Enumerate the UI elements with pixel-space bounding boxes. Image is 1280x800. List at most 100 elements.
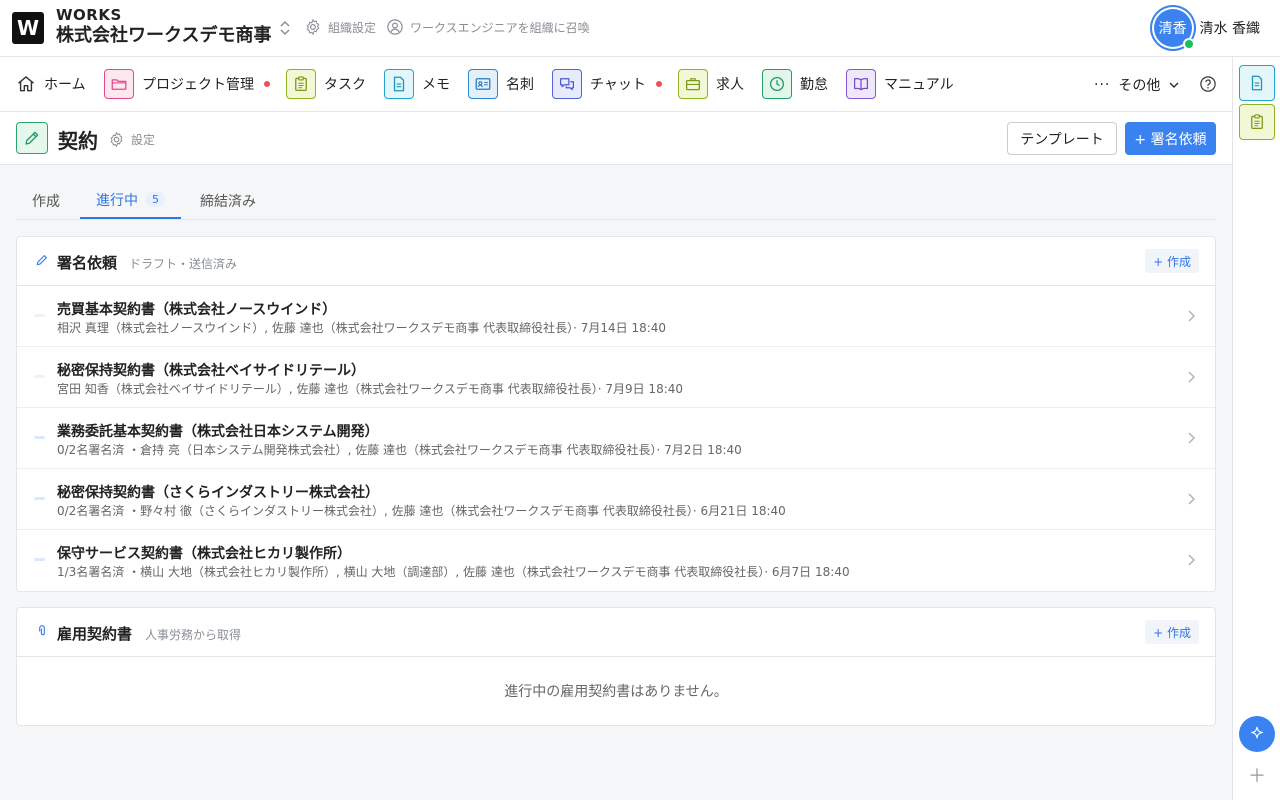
pencil-icon xyxy=(36,255,47,266)
tab-label: 締結済み xyxy=(200,193,256,210)
user-name: 清水 香織 xyxy=(1199,21,1260,37)
nav-item-tasks[interactable]: タスク xyxy=(286,68,366,100)
nav-item-attendance[interactable]: 勤怠 xyxy=(762,68,828,100)
nav-label-chat: チャット xyxy=(590,77,646,93)
tab-create[interactable]: 作成 xyxy=(32,182,60,219)
employment-contract-card: 雇用契約書 人事労務から取得 + 作成 進行中の雇用契約書はありません。 xyxy=(16,607,1216,726)
create-button[interactable]: + 作成 xyxy=(1145,620,1199,644)
nav-label-memo: メモ xyxy=(422,77,450,93)
works-logo[interactable]: W xyxy=(12,12,44,44)
template-button[interactable]: テンプレート xyxy=(1007,122,1117,155)
more-label: その他 xyxy=(1118,78,1161,94)
chevron-right-icon xyxy=(1188,310,1196,322)
help-icon[interactable] xyxy=(1199,75,1217,97)
online-status-dot xyxy=(1182,38,1195,50)
tab-label: 作成 xyxy=(32,193,60,210)
user-menu[interactable]: 清香 清水 香織 xyxy=(1153,9,1260,50)
rail-task-button[interactable] xyxy=(1239,104,1275,140)
contract-title: 売買基本契約書（株式会社ノースウインド） xyxy=(57,302,337,318)
sign-request-button[interactable]: + 署名依頼 xyxy=(1125,122,1216,155)
org-brand[interactable]: WORKS 株式会社ワークスデモ商事 xyxy=(56,7,271,48)
nav-item-business-card[interactable]: 名刺 xyxy=(468,68,534,100)
memo-icon xyxy=(384,69,414,99)
tab-completed[interactable]: 締結済み xyxy=(200,182,256,219)
contract-title: 業務委託基本契約書（株式会社日本システム開発） xyxy=(57,424,379,440)
contract-row[interactable]: 保守サービス契約書（株式会社ヒカリ製作所） 1/3名署名済 ・横山 大地（株式会社… xyxy=(17,530,1215,591)
more-menu[interactable]: ··· その他 xyxy=(1094,75,1180,95)
contract-row[interactable]: 業務委託基本契約書（株式会社日本システム開発） 0/2名署名済 ・倉持 亮（日本シ… xyxy=(17,408,1215,469)
contract-title: 保守サービス契約書（株式会社ヒカリ製作所） xyxy=(57,546,351,562)
briefcase-icon xyxy=(678,69,708,99)
card-subtitle: ドラフト・送信済み xyxy=(129,257,238,271)
card-header: 雇用契約書 人事労務から取得 + 作成 xyxy=(17,608,1215,657)
add-icon[interactable]: ＋ xyxy=(1248,766,1266,787)
card-header: 署名依頼 ドラフト・送信済み + 作成 xyxy=(17,237,1215,286)
invite-engineer-link[interactable]: ワークスエンジニアを組織に召喚 xyxy=(386,18,590,36)
more-dots-icon: ··· xyxy=(1094,77,1111,93)
empty-state-text: 進行中の雇用契約書はありません。 xyxy=(504,684,728,700)
nav-item-home[interactable]: ホーム xyxy=(16,68,86,100)
create-button[interactable]: + 作成 xyxy=(1145,249,1199,273)
chevron-right-icon xyxy=(1188,371,1196,383)
status-marker xyxy=(34,497,45,500)
contract-meta: 0/2名署名済 ・野々村 徹（さくらインダストリー株式会社）, 佐藤 達也（株式… xyxy=(57,504,786,518)
brand-wordmark: WORKS xyxy=(56,6,122,24)
org-switch-icon[interactable] xyxy=(276,18,294,38)
tab-in-progress[interactable]: 進行中 5 xyxy=(80,182,181,219)
nav-label-manual: マニュアル xyxy=(884,77,954,93)
contract-row[interactable]: 秘密保持契約書（株式会社ベイサイドリテール） 宮田 知香（株式会社ベイサイドリテー… xyxy=(17,347,1215,408)
paperclip-icon xyxy=(39,625,45,636)
nav-label-home: ホーム xyxy=(44,77,86,93)
contract-meta: 宮田 知香（株式会社ベイサイドリテール）, 佐藤 達也（株式会社ワークスデモ商事… xyxy=(57,382,684,396)
user-circle-icon xyxy=(387,19,403,35)
nav-item-manual[interactable]: マニュアル xyxy=(846,68,954,100)
gear-icon xyxy=(110,131,123,148)
tab-label: 進行中 xyxy=(96,192,138,209)
status-tabs: 作成 進行中 5 締結済み xyxy=(16,182,1216,220)
contract-title: 秘密保持契約書（さくらインダストリー株式会社） xyxy=(57,485,379,501)
sign-request-list: 売買基本契約書（株式会社ノースウインド） 相沢 真理（株式会社ノースウインド）, … xyxy=(17,286,1215,591)
chevron-right-icon xyxy=(1188,554,1196,566)
page-settings-label: 設定 xyxy=(131,133,156,147)
contract-title: 秘密保持契約書（株式会社ベイサイドリテール） xyxy=(57,363,365,379)
sparkle-icon xyxy=(1251,726,1263,739)
nav-label-business-card: 名刺 xyxy=(506,77,534,93)
nav-label-project: プロジェクト管理 xyxy=(142,77,254,93)
chat-icon xyxy=(552,69,582,99)
status-marker xyxy=(34,375,45,378)
contract-row[interactable]: 売買基本契約書（株式会社ノースウインド） 相沢 真理（株式会社ノースウインド）, … xyxy=(17,286,1215,347)
tab-count-badge: 5 xyxy=(146,192,165,207)
card-title: 署名依頼 xyxy=(57,254,118,272)
org-settings-link[interactable]: 組織設定 xyxy=(304,18,376,36)
contract-meta: 相沢 真理（株式会社ノースウインド）, 佐藤 達也（株式会社ワークスデモ商事 代… xyxy=(57,321,667,335)
nav-item-project[interactable]: プロジェクト管理 xyxy=(104,68,270,100)
status-marker xyxy=(34,558,45,561)
book-icon xyxy=(846,69,876,99)
app-nav: ホーム プロジェクト管理 タスク メモ 名刺 チャット 求人 勤怠 マニュアル … xyxy=(0,57,1232,112)
clipboard-icon xyxy=(1251,114,1263,130)
contract-meta: 1/3名署名済 ・横山 大地（株式会社ヒカリ製作所）, 横山 大地（調達部）, … xyxy=(57,565,850,579)
notification-dot xyxy=(655,81,662,87)
card-subtitle: 人事労務から取得 xyxy=(145,628,242,642)
folder-icon xyxy=(104,69,134,99)
contract-row[interactable]: 秘密保持契約書（さくらインダストリー株式会社） 0/2名署名済 ・野々村 徹（さく… xyxy=(17,469,1215,530)
nav-item-chat[interactable]: チャット xyxy=(552,68,662,100)
status-marker xyxy=(34,314,45,317)
page-settings-link[interactable]: 設定 xyxy=(108,131,155,148)
memo-icon xyxy=(1251,75,1263,91)
nav-item-jobs[interactable]: 求人 xyxy=(678,68,744,100)
status-marker xyxy=(34,436,45,439)
ai-assistant-button[interactable] xyxy=(1239,716,1275,752)
avatar-text: 清香 xyxy=(1158,21,1187,37)
top-header: W WORKS 株式会社ワークスデモ商事 組織設定 ワークスエンジニアを組織に召… xyxy=(0,0,1280,57)
rail-memo-button[interactable] xyxy=(1239,65,1275,101)
avatar[interactable]: 清香 xyxy=(1153,9,1195,50)
clock-icon xyxy=(762,69,792,99)
right-rail: ＋ xyxy=(1232,57,1280,800)
sign-request-card: 署名依頼 ドラフト・送信済み + 作成 売買基本契約書（株式会社ノースウインド）… xyxy=(16,236,1216,592)
org-settings-label: 組織設定 xyxy=(328,20,377,35)
nav-item-memo[interactable]: メモ xyxy=(384,68,450,100)
pen-icon xyxy=(16,122,48,154)
chevron-right-icon xyxy=(1188,493,1196,505)
card-title: 雇用契約書 xyxy=(57,625,133,643)
